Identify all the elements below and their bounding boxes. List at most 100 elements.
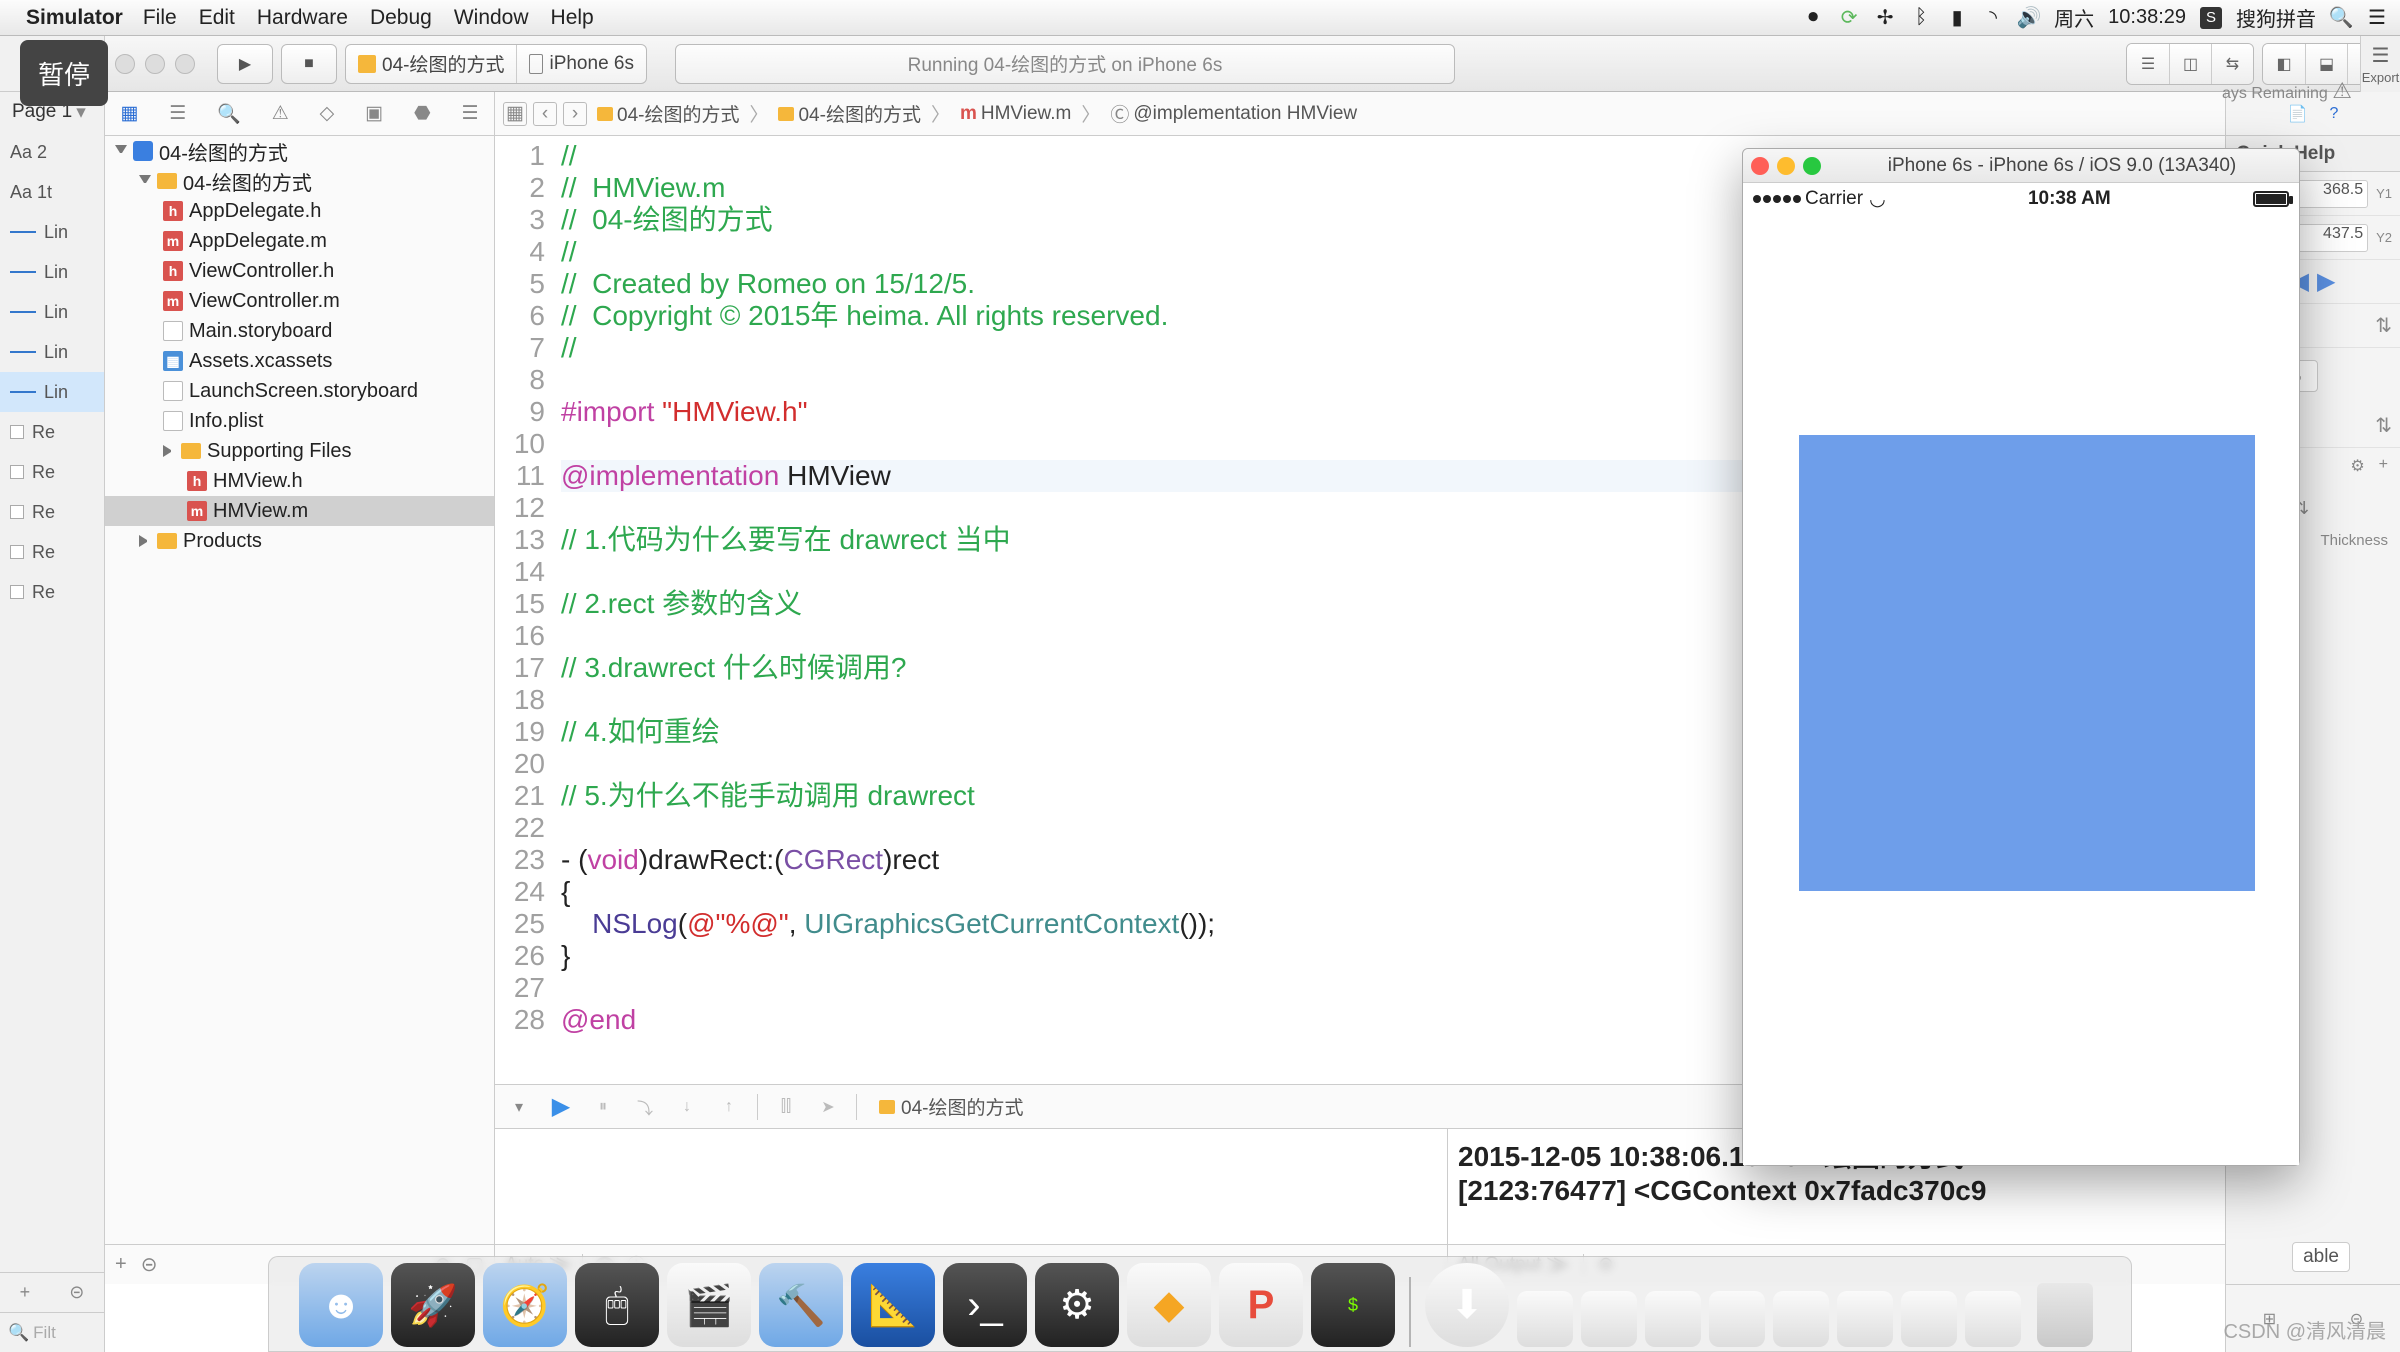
dock-settings-icon[interactable]: ⚙ [1035, 1263, 1119, 1347]
continue-button[interactable]: ▶ [547, 1093, 575, 1121]
simulator-screen[interactable] [1743, 215, 2299, 1165]
style-row[interactable]: Re [32, 542, 55, 563]
navigator-tabs[interactable]: ▦ ☰ 🔍 ⚠ ◇ ▣ ⬣ ☰ [105, 92, 494, 136]
breakpoint-navigator-icon[interactable]: ⬣ [414, 102, 431, 125]
dock-minimized-window[interactable] [1581, 1291, 1637, 1347]
simulator-titlebar[interactable]: iPhone 6s - iPhone 6s / iOS 9.0 (13A340) [1743, 149, 2299, 183]
dock-iterm-icon[interactable]: $ [1311, 1263, 1395, 1347]
debug-view-hierarchy-button[interactable]: ⫿⫿ [772, 1093, 800, 1121]
style-row[interactable]: Lin [44, 262, 68, 283]
search-navigator-icon[interactable]: 🔍 [217, 102, 241, 126]
run-button[interactable]: ▶ [217, 44, 273, 84]
background-app-export[interactable]: ☰ Export [2360, 36, 2400, 92]
tree-item[interactable]: ▦Assets.xcassets [105, 346, 494, 376]
gear-icon[interactable]: ⚙ [2350, 456, 2364, 476]
tree-item[interactable]: hViewController.h [105, 256, 494, 286]
dock-safari-icon[interactable]: 🧭 [483, 1263, 567, 1347]
back-button[interactable]: ‹ [533, 102, 557, 126]
tree-item[interactable]: ☰Info.plist [105, 406, 494, 436]
tree-item[interactable]: hAppDelegate.h [105, 196, 494, 226]
tree-item[interactable]: mHMView.m [105, 496, 494, 526]
dock-blueprint-icon[interactable]: 📐 [851, 1263, 935, 1347]
bluetooth-icon[interactable]: ᛒ [1910, 7, 1932, 29]
close-icon[interactable] [1751, 157, 1769, 175]
dock-minimized-window[interactable] [1709, 1291, 1765, 1347]
menu-hardware[interactable]: Hardware [257, 6, 348, 30]
window-controls[interactable] [115, 54, 195, 74]
menu-edit[interactable]: Edit [199, 6, 235, 30]
style-row[interactable]: Lin [44, 342, 68, 363]
stepper-icon[interactable]: ⇅ [2375, 313, 2392, 338]
dock-minimized-window[interactable] [1773, 1291, 1829, 1347]
dock-minimized-window[interactable] [1965, 1291, 2021, 1347]
symbol-navigator-icon[interactable]: ☰ [169, 102, 186, 125]
tree-item[interactable]: mViewController.m [105, 286, 494, 316]
dock-mouse-app-icon[interactable]: 🖱 [575, 1263, 659, 1347]
clock-day[interactable]: 周六 [2054, 3, 2094, 32]
tree-item[interactable]: Supporting Files [105, 436, 494, 466]
quick-help-inspector-icon[interactable]: ? [2330, 105, 2339, 123]
hide-debug-icon[interactable]: ▾ [505, 1093, 533, 1121]
add-icon[interactable]: + [2379, 456, 2388, 476]
process-name-label[interactable]: 04-绘图的方式 [901, 1093, 1023, 1120]
file-navigator-icon[interactable]: ▦ [120, 102, 138, 125]
video-pause-button[interactable]: 暂停 [20, 40, 108, 106]
dock-launchpad-icon[interactable]: 🚀 [391, 1263, 475, 1347]
style-row[interactable]: Lin [44, 302, 68, 323]
report-navigator-icon[interactable]: ☰ [461, 102, 478, 125]
dock-sketch-icon[interactable]: ◆ [1127, 1263, 1211, 1347]
ime-icon[interactable]: S [2200, 7, 2222, 29]
sync-icon[interactable]: ⟳ [1838, 7, 1860, 29]
dock-trash-icon[interactable] [2029, 1263, 2101, 1347]
tree-item[interactable]: Products [105, 526, 494, 556]
dock-terminal-icon[interactable]: ›_ [943, 1263, 1027, 1347]
style-row[interactable]: Re [32, 582, 55, 603]
spotlight-icon[interactable]: 🔍 [2330, 7, 2352, 29]
tree-item[interactable]: 04-绘图的方式 [105, 136, 494, 166]
dock-minimized-window[interactable] [1517, 1291, 1573, 1347]
stepper-icon[interactable]: ⇅ [2375, 413, 2392, 438]
style-row[interactable]: Lin [44, 222, 68, 243]
stop-button[interactable]: ■ [281, 44, 337, 84]
ime-label[interactable]: 搜狗拼音 [2236, 3, 2316, 32]
dock-minimized-window[interactable] [1645, 1291, 1701, 1347]
menu-file[interactable]: File [143, 6, 177, 30]
step-over-button[interactable]: ⤵ [631, 1093, 659, 1121]
volume-icon[interactable]: 🔊 [2018, 7, 2040, 29]
minimize-icon[interactable] [1777, 157, 1795, 175]
wifi-icon[interactable]: ◝ [1982, 7, 2004, 29]
value-y2[interactable]: 437.5 [2294, 224, 2368, 252]
tree-item[interactable]: mAppDelegate.m [105, 226, 494, 256]
style-row[interactable]: Aa 2 [10, 142, 47, 163]
step-out-button[interactable]: ↑ [715, 1093, 743, 1121]
dock-xcode-icon[interactable]: 🔨 [759, 1263, 843, 1347]
menu-debug[interactable]: Debug [370, 6, 432, 30]
dock-minimized-window[interactable] [1901, 1291, 1957, 1347]
zoom-icon[interactable] [1803, 157, 1821, 175]
dock-media-app-icon[interactable]: 🎬 [667, 1263, 751, 1347]
menu-window[interactable]: Window [454, 6, 529, 30]
style-row[interactable]: Re [32, 422, 55, 443]
tree-item[interactable]: ✎Main.storyboard [105, 316, 494, 346]
related-items-icon[interactable]: ▦ [503, 102, 527, 126]
style-row[interactable]: Aa 1t [10, 182, 52, 203]
tree-item[interactable]: 04-绘图的方式 [105, 166, 494, 196]
record-icon[interactable]: ⏺ [1802, 7, 1824, 29]
notification-center-icon[interactable]: ☰ [2366, 7, 2388, 29]
dock-downloads-icon[interactable]: ⬇ [1425, 1263, 1509, 1347]
simulate-location-button[interactable]: ➤ [814, 1093, 842, 1121]
ios-simulator-window[interactable]: iPhone 6s - iPhone 6s / iOS 9.0 (13A340)… [1742, 148, 2300, 1166]
dock-p-app-icon[interactable]: P [1219, 1263, 1303, 1347]
tree-item[interactable]: hHMView.h [105, 466, 494, 496]
debug-navigator-icon[interactable]: ▣ [365, 102, 383, 125]
pause-debug-button[interactable]: ⏸ [589, 1093, 617, 1121]
file-inspector-icon[interactable]: 📄 [2288, 104, 2308, 124]
style-row[interactable]: Re [32, 462, 55, 483]
app-menu[interactable]: Simulator [26, 6, 123, 30]
dock-minimized-window[interactable] [1837, 1291, 1893, 1347]
macos-dock[interactable]: ☻ 🚀 🧭 🖱 🎬 🔨 📐 ›_ ⚙ ◆ P $ ⬇ [0, 1246, 2400, 1352]
value-y1[interactable]: 368.5 [2294, 180, 2368, 208]
test-navigator-icon[interactable]: ◇ [320, 102, 335, 125]
clock-time[interactable]: 10:38:29 [2108, 6, 2186, 29]
nav-right-icon[interactable]: ▶ [2317, 267, 2335, 296]
